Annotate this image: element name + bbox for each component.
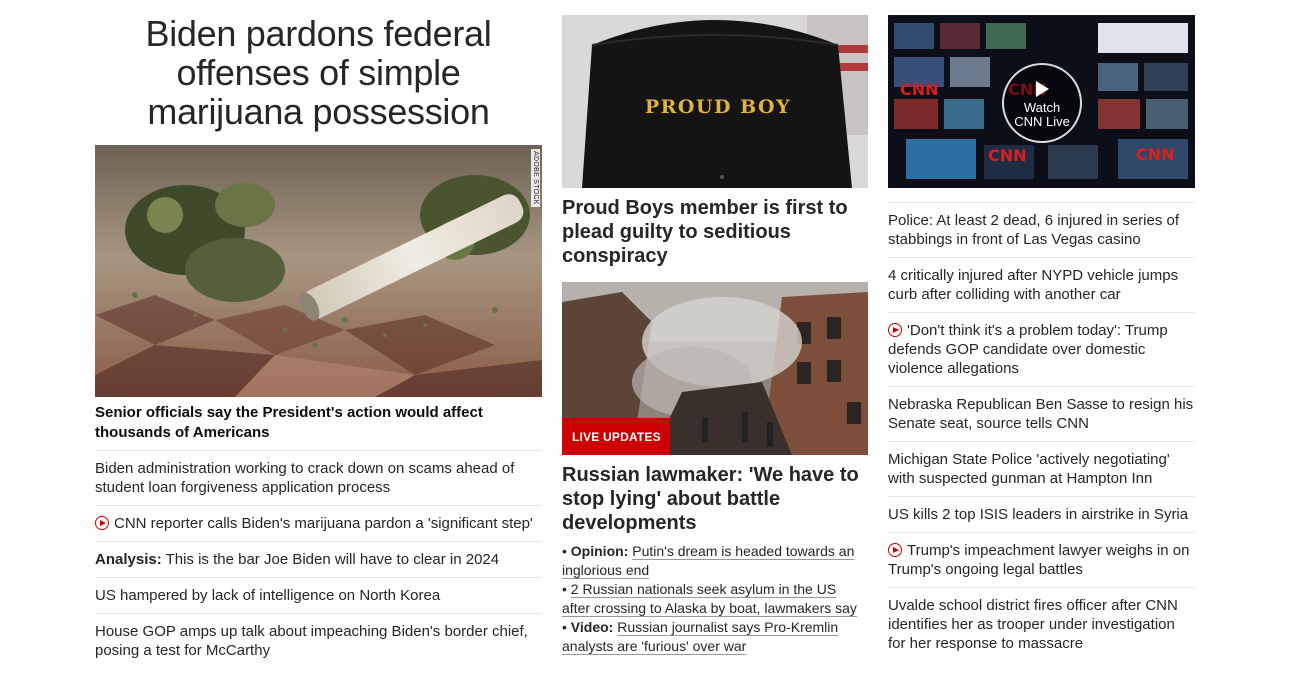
left-headline-list: Biden administration working to crack do… — [95, 451, 542, 668]
right-headline-list: Police: At least 2 dead, 6 injured in se… — [888, 202, 1195, 661]
headline-link[interactable]: Biden administration working to crack do… — [95, 460, 514, 496]
cnn-live-label: CNN Live — [1014, 114, 1070, 129]
middle-column: PROUD BOY Proud Boys member is first to … — [562, 0, 868, 656]
list-item[interactable]: House GOP amps up talk about impeaching … — [95, 614, 542, 668]
list-item[interactable]: • Video: Russian journalist says Pro-Kre… — [562, 618, 868, 656]
headline-link[interactable]: US hampered by lack of intelligence on N… — [95, 587, 440, 604]
list-item[interactable]: • Opinion: Putin's dream is headed towar… — [562, 542, 868, 580]
shirt-text: PROUD BOY — [645, 96, 791, 118]
video-play-icon — [95, 516, 109, 530]
headline-link[interactable]: This is the bar Joe Biden will have to c… — [162, 551, 500, 568]
right-column: CNN CNN CNN CNN Watch CNN Live Police: At l… — [888, 0, 1195, 661]
headline-link[interactable]: 4 critically injured after NYPD vehicle … — [888, 267, 1178, 303]
headline-link[interactable]: Trump's impeachment lawyer weighs in on … — [888, 542, 1189, 578]
headline-link[interactable]: CNN reporter calls Biden's marijuana par… — [114, 515, 533, 532]
list-item[interactable]: Nebraska Republican Ben Sasse to resign … — [888, 387, 1195, 442]
list-item[interactable]: 4 critically injured after NYPD vehicle … — [888, 258, 1195, 313]
headline-link[interactable]: 2 Russian nationals seek asylum in the U… — [562, 581, 857, 616]
watch-label: Watch — [1023, 100, 1061, 115]
left-column: Biden pardons federal offenses of simple… — [95, 0, 542, 668]
ukraine-building-image[interactable]: LIVE UPDATES — [562, 282, 868, 455]
proud-boy-image[interactable]: PROUD BOY — [562, 15, 868, 188]
play-icon — [1035, 81, 1049, 97]
list-item[interactable]: CNN reporter calls Biden's marijuana par… — [95, 506, 542, 542]
list-item[interactable]: Police: At least 2 dead, 6 injured in se… — [888, 203, 1195, 258]
list-item[interactable]: Trump's impeachment lawyer weighs in on … — [888, 533, 1195, 588]
cnn-live-video-thumbnail[interactable]: CNN CNN CNN CNN Watch CNN Live — [888, 15, 1195, 188]
story-headline-russia[interactable]: Russian lawmaker: 'We have to stop lying… — [562, 463, 868, 535]
headline-link[interactable]: Uvalde school district fires officer aft… — [888, 597, 1178, 652]
watch-cnn-live-button[interactable]: Watch CNN Live — [1002, 63, 1082, 143]
video-play-icon — [888, 323, 902, 337]
headline-link[interactable]: Michigan State Police 'actively negotiat… — [888, 451, 1170, 487]
lead-subheadline[interactable]: Senior officials say the President's act… — [95, 403, 542, 451]
russia-related-links: • Opinion: Putin's dream is headed towar… — [562, 542, 868, 656]
lead-image-marijuana[interactable]: ADOBE STOCK — [95, 145, 542, 397]
headline-link[interactable]: 'Don't think it's a problem today': Trum… — [888, 322, 1168, 377]
list-item[interactable]: 'Don't think it's a problem today': Trum… — [888, 313, 1195, 387]
story-headline-proud-boys[interactable]: Proud Boys member is first to plead guil… — [562, 196, 868, 268]
list-item[interactable]: Uvalde school district fires officer aft… — [888, 588, 1195, 661]
opinion-label: Opinion: — [570, 543, 629, 559]
headline-link[interactable]: House GOP amps up talk about impeaching … — [95, 623, 528, 659]
list-item[interactable]: Biden administration working to crack do… — [95, 451, 542, 506]
headline-link[interactable]: Nebraska Republican Ben Sasse to resign … — [888, 396, 1193, 432]
live-updates-badge[interactable]: LIVE UPDATES — [562, 418, 670, 455]
svg-text:CNN: CNN — [988, 146, 1027, 165]
list-item[interactable]: Analysis: This is the bar Joe Biden will… — [95, 542, 542, 578]
video-play-icon — [888, 543, 902, 557]
list-item[interactable]: US hampered by lack of intelligence on N… — [95, 578, 542, 614]
svg-text:CNN: CNN — [1136, 145, 1175, 164]
headline-link[interactable]: US kills 2 top ISIS leaders in airstrike… — [888, 506, 1188, 523]
analysis-label: Analysis: — [95, 551, 162, 568]
image-credit: ADOBE STOCK — [531, 149, 540, 207]
svg-text:CNN: CNN — [900, 80, 939, 99]
list-item[interactable]: • 2 Russian nationals seek asylum in the… — [562, 580, 868, 618]
headline-link[interactable]: Police: At least 2 dead, 6 injured in se… — [888, 212, 1179, 248]
list-item[interactable]: US kills 2 top ISIS leaders in airstrike… — [888, 497, 1195, 533]
video-label: Video: — [570, 619, 614, 635]
lead-headline[interactable]: Biden pardons federal offenses of simple… — [95, 14, 542, 131]
list-item[interactable]: Michigan State Police 'actively negotiat… — [888, 442, 1195, 497]
